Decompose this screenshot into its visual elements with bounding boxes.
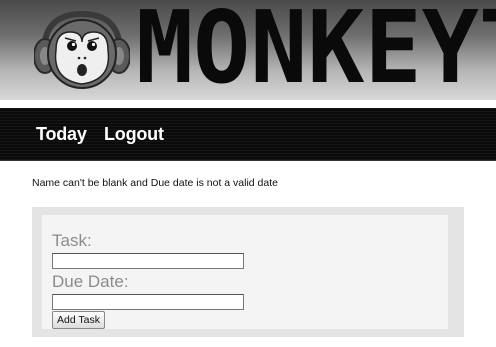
due-date-label: Due Date: [52, 272, 129, 291]
task-label: Task: [52, 231, 92, 250]
page: MONKEYT Today Logout Name can't be blank… [0, 0, 496, 347]
logo-wordmark: MONKEYT [136, 2, 496, 94]
due-date-input[interactable] [52, 294, 244, 310]
error-message: Name can't be blank and Due date is not … [32, 177, 278, 189]
nav-today-link[interactable]: Today [36, 124, 87, 145]
add-task-button[interactable]: Add Task [52, 311, 105, 329]
header-banner: MONKEYT [0, 0, 496, 100]
task-input[interactable] [52, 253, 244, 269]
nav-logout-link[interactable]: Logout [104, 124, 164, 145]
svg-text:MONKEYT: MONKEYT [136, 2, 496, 94]
monkey-face-icon [34, 10, 130, 89]
